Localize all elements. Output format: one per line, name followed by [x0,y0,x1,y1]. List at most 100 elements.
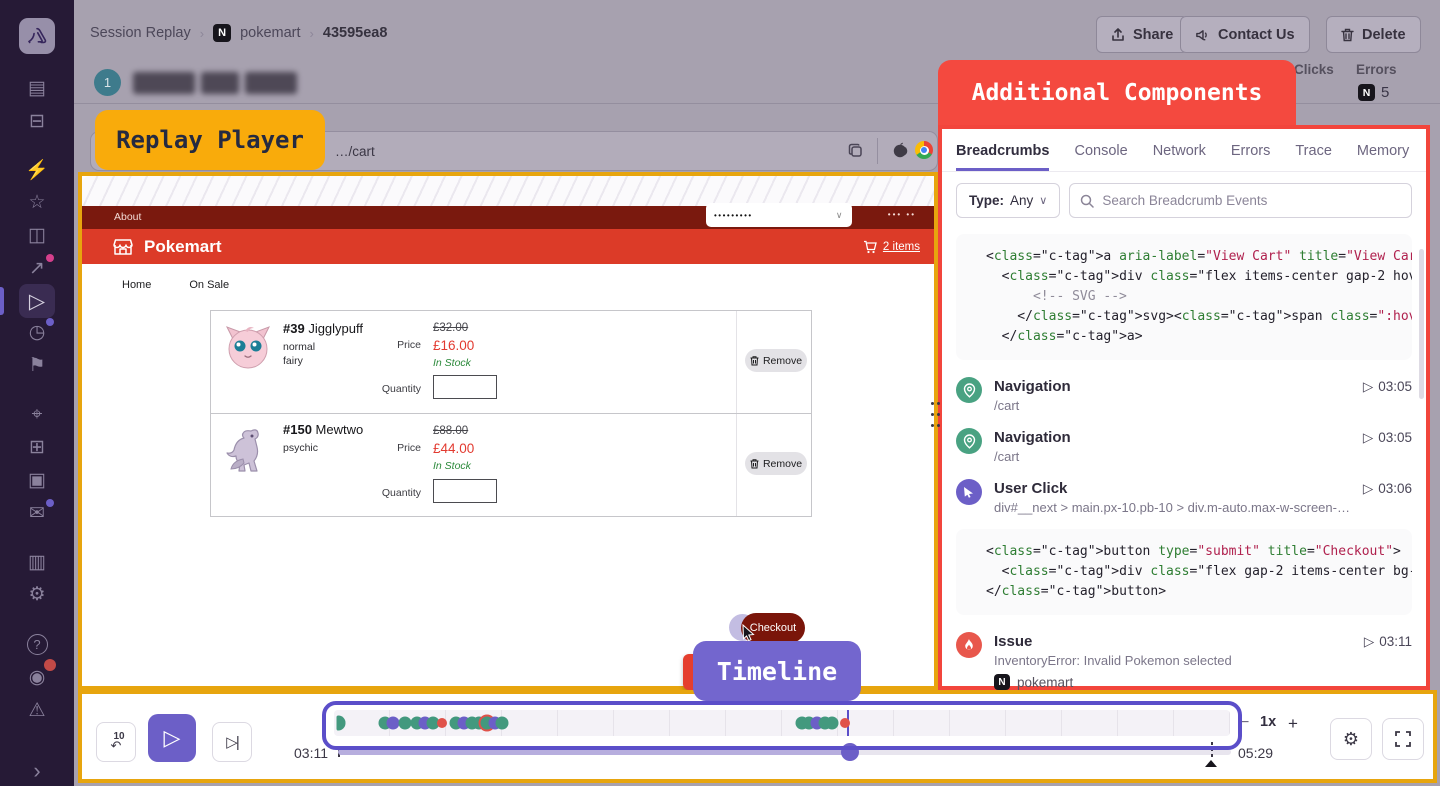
panel-tabs: Breadcrumbs Console Network Errors Trace… [942,129,1426,171]
timeline-event-dot[interactable] [840,718,850,728]
timeline-event-dot[interactable] [826,717,839,730]
event-title: Issue [994,632,1352,651]
pokemon-type: normalfairy [283,340,315,368]
tab-console[interactable]: Console [1074,143,1127,171]
history-badge [46,318,54,326]
tab-breadcrumbs[interactable]: Breadcrumbs [956,143,1049,171]
event-detail: InventoryError: Invalid Pokemon selected [994,651,1352,670]
fullscreen-button[interactable] [1382,718,1424,760]
panel-scrollbar[interactable] [1419,249,1424,399]
star-icon[interactable]: ☆ [23,188,51,216]
avatar: 1 [94,69,121,96]
nextjs-badge-icon: N [994,674,1010,690]
type-filter-value: Any [1010,193,1033,208]
share-button[interactable]: Share [1096,16,1188,53]
breadcrumb-event-navigation-2[interactable]: Navigation /cart ▷ 03:05 [942,419,1426,470]
resize-handle[interactable] [931,402,943,432]
event-detail: div#__next > main.px-10.pb-10 > div.m-au… [994,498,1351,517]
tab-network[interactable]: Network [1153,143,1206,171]
contact-us-label: Contact Us [1218,27,1295,43]
timeline-event-dot[interactable] [496,717,509,730]
seek-end-triangle-icon [1205,760,1217,767]
tab-trace[interactable]: Trace [1295,143,1332,171]
replay-player[interactable]: About ••••••••• ∨ ••• •• Pokemart 2 item… [78,172,938,690]
cart-table: #39 Jigglypuff normalfairy Price £32.00 … [210,310,812,517]
seek-bar[interactable] [338,749,1231,755]
project-badge-icon: N [213,24,231,42]
share-label: Share [1133,27,1173,43]
clicks-column-label: Clicks [1294,62,1334,77]
cart-icon [863,240,877,254]
collapse-chevron-icon[interactable]: › [23,757,51,785]
site-cart-count: 2 items [883,241,920,253]
table-column-divider [736,311,737,413]
gear-icon[interactable]: ⚙ [23,580,51,608]
timeline-event-dot[interactable] [398,717,411,730]
contact-us-button[interactable]: Contact Us [1180,16,1310,53]
feedback-badge [46,499,54,507]
play-button[interactable]: ▷ [148,714,196,762]
telescope-icon[interactable]: ⌖ [23,400,51,428]
siren-icon[interactable]: ⚑ [23,351,51,379]
event-timestamp-button[interactable]: ▷ 03:05 [1363,428,1412,466]
timeline-event-dot[interactable] [337,716,346,731]
code-block-view-cart: <class="c-tag">a aria-label="View Cart" … [956,234,1412,360]
quantity-input [433,375,497,399]
lightning-icon[interactable]: ⚡ [23,156,51,184]
tab-errors[interactable]: Errors [1231,143,1270,171]
breadcrumb-event-user-click[interactable]: User Click div#__next > main.px-10.pb-10… [942,470,1426,521]
urlbar-divider [877,138,878,164]
breadcrumb-event-issue[interactable]: Issue InventoryError: Invalid Pokemon se… [942,623,1426,694]
trash-icon [750,356,759,366]
breadcrumb-search-input[interactable]: Search Breadcrumb Events [1069,183,1412,218]
annotation-replay-player: Replay Player [95,110,325,170]
breadcrumb-separator: › [310,26,314,41]
tab-memory[interactable]: Memory [1357,143,1409,171]
rewind-10-button[interactable]: 10 ↶ [96,722,136,762]
stock-status: In Stock [433,460,471,472]
releases-icon[interactable]: ▣ [23,466,51,494]
explore-icon[interactable]: ◫ [23,221,51,249]
event-timestamp-button[interactable]: ▷ 03:11 [1364,632,1412,690]
delete-button[interactable]: Delete [1326,16,1421,53]
projects-icon[interactable]: ⊟ [23,107,51,135]
replays-play-icon[interactable]: ▷ [23,287,51,315]
code-block-checkout: <class="c-tag">button type="submit" titl… [956,529,1412,615]
event-timestamp-button[interactable]: ▷ 03:05 [1363,377,1412,415]
jigglypuff-image [223,321,273,371]
copy-icon[interactable] [847,142,864,159]
remove-button: Remove [745,349,807,372]
breadcrumb-project[interactable]: pokemart [240,25,300,41]
flame-icon [956,632,982,658]
site-masked-select: ••••••••• ∨ [706,203,852,227]
sidebar: ▤ ⊟ ⚡ ☆ ◫ ↗ ▷ ◷ ⚑ ⌖ ⊞ ▣ ✉ ▥ ⚙ ? ◉ ⚠ › [0,0,74,786]
event-detail: /cart [994,447,1351,466]
megaphone-icon [1195,28,1210,42]
speed-decrease-button[interactable]: − [1240,714,1249,732]
settings-gear-button[interactable]: ⚙ [1330,718,1372,760]
seek-thumb[interactable] [841,743,859,761]
breadcrumb-event-navigation-1[interactable]: Navigation /cart ▷ 03:05 [942,368,1426,419]
rewind-arrow-icon: ↶ [111,739,122,752]
help-icon[interactable]: ? [23,630,51,658]
type-filter-dropdown[interactable]: Type: Any ∨ [956,183,1060,218]
dashboards-icon[interactable]: ⊞ [23,433,51,461]
speed-increase-button[interactable]: + [1288,714,1298,734]
speed-value: 1x [1260,714,1276,730]
site-nav: Home On Sale [122,279,229,291]
issues-icon[interactable]: ▤ [23,74,51,102]
skip-to-end-button[interactable]: ▷| [212,722,252,762]
timeline-track[interactable] [334,710,1230,736]
storefront-icon [112,237,134,257]
replay-letterbox [82,176,934,206]
mewtwo-image [223,425,273,475]
timeline-event-dot[interactable] [437,718,447,728]
nextjs-badge-icon: N [1358,84,1375,101]
stock-status: In Stock [433,357,471,369]
insights-badge [46,254,54,262]
stats-icon[interactable]: ▥ [23,548,51,576]
breadcrumb-root[interactable]: Session Replay [90,25,191,41]
warning-icon[interactable]: ⚠ [23,696,51,724]
event-timestamp-button[interactable]: ▷ 03:06 [1363,479,1412,517]
sentry-logo-icon[interactable] [19,18,55,54]
